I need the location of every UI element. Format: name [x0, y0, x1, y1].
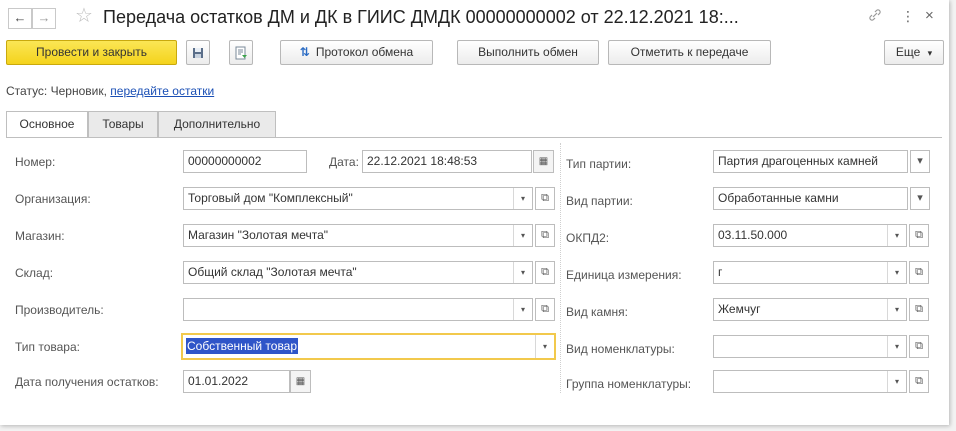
okpd2-field[interactable]: 03.11.50.000 ▾	[713, 224, 907, 247]
goods-type-value: Собственный товар	[186, 338, 299, 354]
stone-kind-value: Жемчуг	[718, 302, 761, 316]
stone-kind-field[interactable]: Жемчуг ▾	[713, 298, 907, 321]
open-icon[interactable]: ⧉	[909, 370, 929, 393]
report-icon	[235, 46, 247, 60]
status-prefix: Статус:	[6, 84, 48, 98]
save-icon	[193, 48, 203, 58]
goods-type-field[interactable]: Собственный товар ▾	[181, 333, 556, 360]
window-title: Передача остатков ДМ и ДК в ГИИС ДМДК 00…	[103, 7, 739, 27]
chevron-down-icon[interactable]: ▾	[887, 262, 906, 283]
store-value: Магазин "Золотая мечта"	[188, 228, 329, 242]
back-button[interactable]: ←	[8, 8, 32, 29]
command-bar: Провести и закрыть ⇅ Протокол обмена Выпо…	[0, 40, 949, 68]
batch-type-field[interactable]: Партия драгоценных камней	[713, 150, 908, 173]
date-field[interactable]: 22.12.2021 18:48:53	[362, 150, 532, 173]
calendar-icon: ▦	[538, 156, 549, 167]
open-icon[interactable]: ⧉	[909, 335, 929, 358]
tab-additional[interactable]: Дополнительно	[158, 111, 276, 137]
chevron-down-icon[interactable]: ▾	[887, 225, 906, 246]
store-field[interactable]: Магазин "Золотая мечта" ▾	[183, 224, 533, 247]
more-menu-label: Еще	[895, 45, 921, 59]
mark-for-transfer-button[interactable]: Отметить к передаче	[608, 40, 771, 65]
manufacturer-label: Производитель:	[15, 303, 104, 317]
post-and-close-button[interactable]: Провести и закрыть	[6, 40, 177, 65]
save-button[interactable]	[186, 40, 210, 65]
warehouse-label: Склад:	[15, 266, 54, 280]
nomenclature-group-field[interactable]: ▾	[713, 370, 907, 393]
column-divider	[560, 143, 561, 393]
batch-kind-label: Вид партии:	[566, 194, 633, 208]
open-icon[interactable]: ⧉	[535, 298, 555, 321]
unit-field[interactable]: г ▾	[713, 261, 907, 284]
tab-main[interactable]: Основное	[6, 111, 88, 138]
chevron-down-icon[interactable]: ▾	[910, 150, 930, 173]
chevron-down-icon[interactable]: ▾	[513, 225, 532, 246]
exchange-protocol-button[interactable]: ⇅ Протокол обмена	[280, 40, 433, 65]
open-icon[interactable]: ⧉	[909, 261, 929, 284]
warehouse-value: Общий склад "Золотая мечта"	[188, 265, 357, 279]
close-icon[interactable]: ×	[925, 8, 934, 24]
forward-arrow-icon: →	[37, 10, 51, 25]
organization-value: Торговый дом "Комплексный"	[188, 191, 353, 205]
chevron-down-icon: ▾	[927, 48, 933, 58]
batch-kind-field[interactable]: Обработанные камни	[713, 187, 908, 210]
open-icon[interactable]: ⧉	[909, 298, 929, 321]
status-value: Черновик,	[50, 84, 107, 98]
chevron-down-icon[interactable]: ▾	[513, 188, 532, 209]
balance-date-calendar-button[interactable]: ▦	[290, 370, 311, 393]
unit-value: г	[718, 265, 723, 279]
goods-type-label: Тип товара:	[15, 340, 80, 354]
open-icon[interactable]: ⧉	[535, 187, 555, 210]
open-icon[interactable]: ⧉	[909, 224, 929, 247]
chevron-down-icon[interactable]: ▾	[513, 299, 532, 320]
link-icon[interactable]	[868, 8, 882, 26]
batch-type-label: Тип партии:	[566, 157, 632, 171]
nomenclature-kind-field[interactable]: ▾	[713, 335, 907, 358]
chevron-down-icon[interactable]: ▾	[887, 371, 906, 392]
open-icon[interactable]: ⧉	[535, 224, 555, 247]
link-icon-svg	[869, 9, 881, 21]
chevron-down-icon[interactable]: ▾	[887, 336, 906, 357]
organization-field[interactable]: Торговый дом "Комплексный" ▾	[183, 187, 533, 210]
chevron-down-icon[interactable]: ▾	[513, 262, 532, 283]
number-label: Номер:	[15, 155, 56, 169]
chevron-down-icon[interactable]: ▾	[535, 335, 554, 358]
okpd2-label: ОКПД2:	[566, 231, 610, 245]
exchange-protocol-label: Протокол обмена	[315, 45, 414, 59]
status-line: Статус: Черновик, передайте остатки	[6, 84, 214, 98]
transfer-balances-link[interactable]: передайте остатки	[110, 84, 214, 98]
unit-label: Единица измерения:	[566, 268, 682, 282]
tab-goods[interactable]: Товары	[88, 111, 158, 137]
calendar-icon: ▦	[295, 376, 306, 387]
stone-kind-label: Вид камня:	[566, 305, 628, 319]
exchange-icon: ⇅	[299, 45, 310, 60]
more-options-icon[interactable]: ⋮	[901, 8, 915, 24]
date-calendar-button[interactable]: ▦	[533, 150, 554, 173]
okpd2-value: 03.11.50.000	[718, 228, 788, 242]
back-arrow-icon: ←	[13, 10, 27, 25]
favorite-star-icon[interactable]: ☆	[75, 5, 93, 27]
more-menu-button[interactable]: Еще ▾	[884, 40, 944, 65]
balance-date-label: Дата получения остатков:	[15, 375, 159, 389]
forward-button[interactable]: →	[32, 8, 56, 29]
balance-date-field[interactable]: 01.01.2022	[183, 370, 290, 393]
document-window: ← → ☆ Передача остатков ДМ и ДК в ГИИС Д…	[0, 0, 949, 425]
store-label: Магазин:	[15, 229, 65, 243]
title-bar: ← → ☆ Передача остатков ДМ и ДК в ГИИС Д…	[0, 0, 949, 32]
number-field[interactable]: 00000000002	[183, 150, 307, 173]
nomenclature-group-label: Группа номенклатуры:	[566, 377, 692, 391]
warehouse-field[interactable]: Общий склад "Золотая мечта" ▾	[183, 261, 533, 284]
run-exchange-button[interactable]: Выполнить обмен	[457, 40, 599, 65]
print-report-button[interactable]	[229, 40, 253, 65]
chevron-down-icon[interactable]: ▾	[887, 299, 906, 320]
organization-label: Организация:	[15, 192, 91, 206]
nomenclature-kind-label: Вид номенклатуры:	[566, 342, 675, 356]
chevron-down-icon[interactable]: ▾	[910, 187, 930, 210]
manufacturer-field[interactable]: ▾	[183, 298, 533, 321]
open-icon[interactable]: ⧉	[535, 261, 555, 284]
date-label: Дата:	[329, 155, 359, 169]
